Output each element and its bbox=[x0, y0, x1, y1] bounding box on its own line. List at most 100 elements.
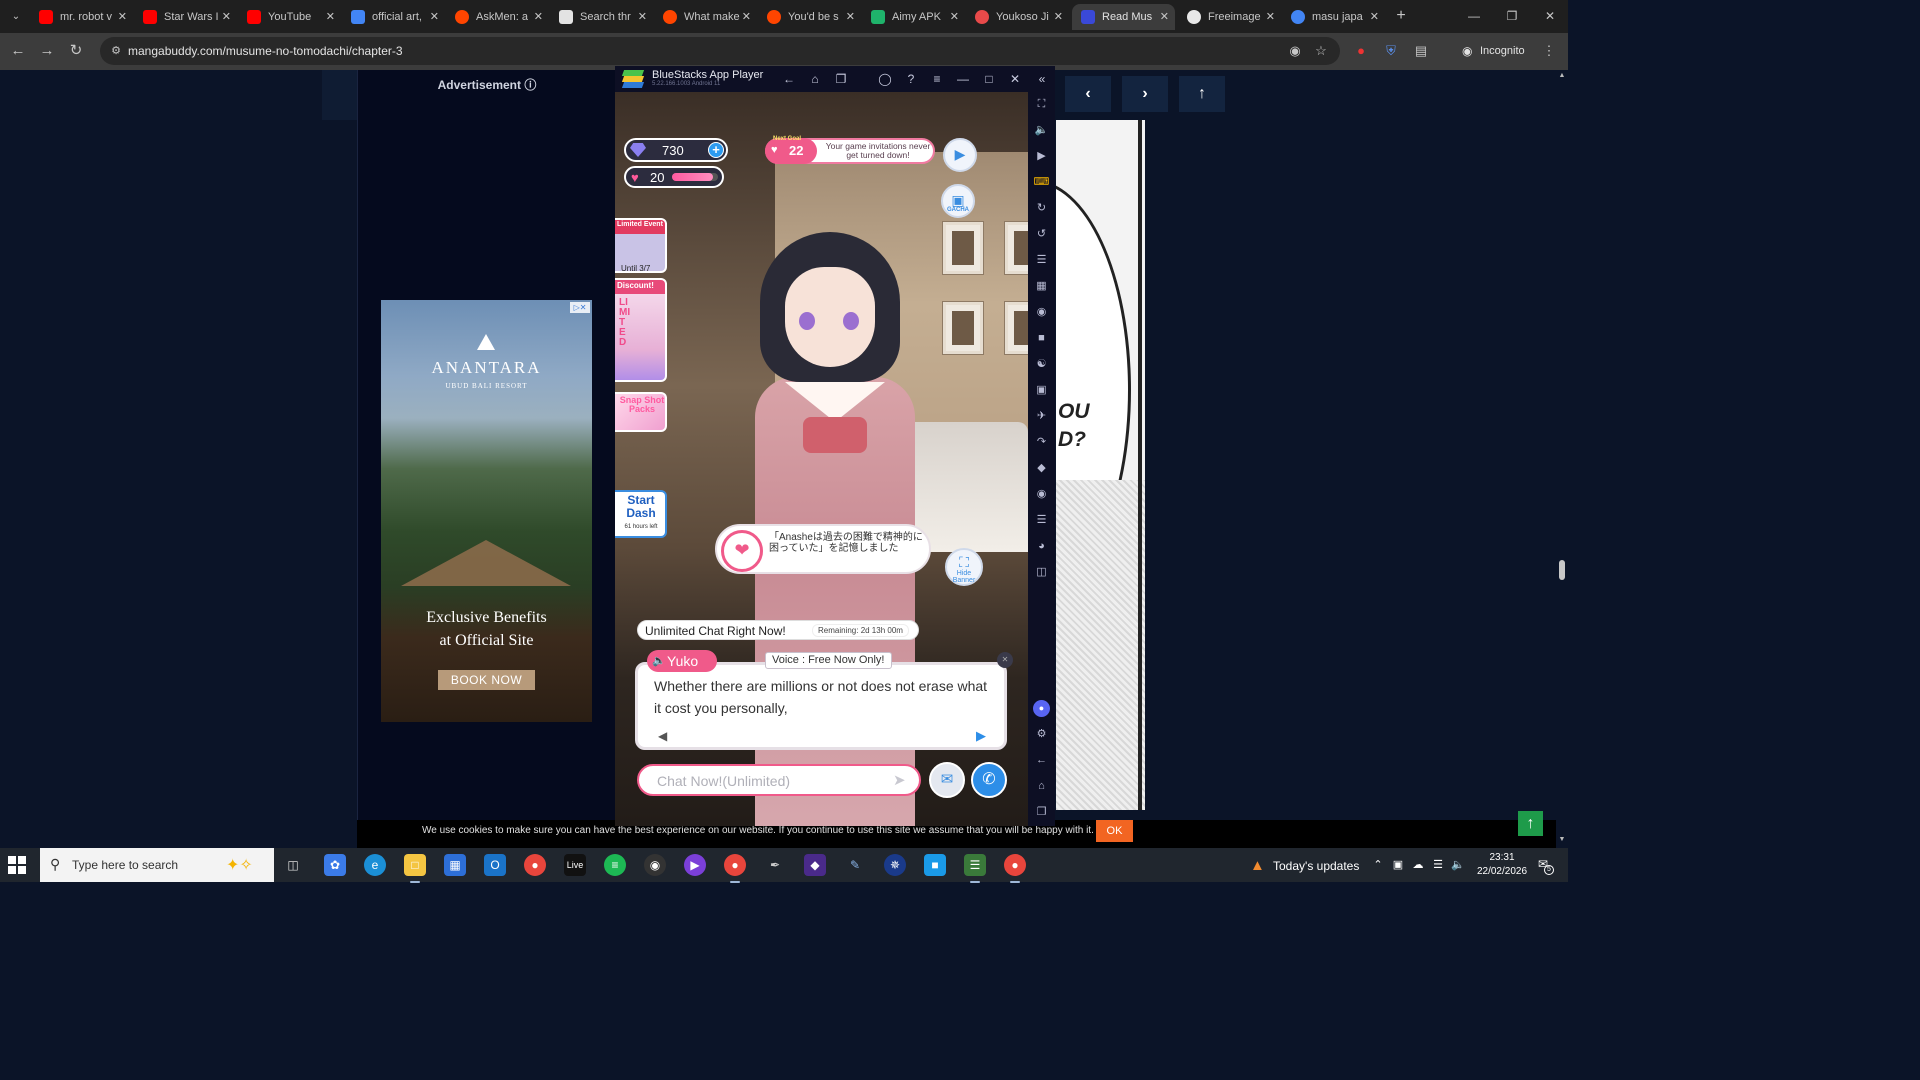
chrome-icon[interactable]: ● bbox=[524, 854, 546, 876]
close-tab-icon[interactable]: ✕ bbox=[534, 4, 543, 30]
close-tab-icon[interactable]: ✕ bbox=[1266, 4, 1275, 30]
incognito-indicator[interactable]: ◉ Incognito bbox=[1458, 40, 1533, 62]
tab-2[interactable]: Star Wars I ✕ bbox=[134, 4, 237, 30]
close-tab-icon[interactable]: ✕ bbox=[1054, 4, 1063, 30]
scroll-up-button[interactable]: ↑ bbox=[1179, 76, 1225, 112]
task-view-icon[interactable]: ◫ bbox=[282, 854, 304, 876]
news-widget[interactable]: ▲ Today's updates bbox=[1248, 856, 1368, 876]
rotate-icon[interactable]: ↷ bbox=[1033, 434, 1050, 451]
file-explorer-icon[interactable]: □ bbox=[404, 854, 426, 883]
performance-icon[interactable]: ◕ bbox=[1033, 538, 1050, 555]
record-icon[interactable]: ■ bbox=[1033, 330, 1050, 347]
tab-13[interactable]: masu japa ✕ bbox=[1282, 4, 1385, 30]
android-recents-icon[interactable]: ❐ bbox=[1033, 804, 1050, 821]
taskbar-clock[interactable]: 23:31 22/02/2026 bbox=[1474, 851, 1530, 879]
discord-icon[interactable]: ● bbox=[1033, 700, 1050, 717]
recent-apps-icon[interactable]: ❐ bbox=[832, 70, 850, 88]
collapse-sidebar-icon[interactable]: « bbox=[1033, 70, 1051, 88]
chrome-profile-icon[interactable]: ● bbox=[724, 854, 746, 883]
android-home-icon[interactable]: ⌂ bbox=[1033, 778, 1050, 795]
scroll-down-arrow-icon[interactable]: ▼ bbox=[1557, 836, 1567, 846]
volume-icon[interactable]: 🔈 bbox=[1033, 122, 1050, 139]
send-arrow-icon[interactable]: ➤ bbox=[893, 771, 906, 789]
layers-icon[interactable]: ☰ bbox=[1033, 512, 1050, 529]
scrollbar-thumb[interactable] bbox=[1559, 560, 1565, 580]
add-gems-button[interactable]: + bbox=[708, 142, 724, 158]
next-goal-banner[interactable]: Next Goal ♥ 22 Your game invitations nev… bbox=[765, 136, 935, 164]
reload-icon[interactable]: ↻ bbox=[66, 41, 86, 61]
shield-extension-icon[interactable]: ⛨ bbox=[1382, 42, 1400, 60]
app-icon[interactable]: ■ bbox=[924, 854, 946, 876]
battle-net-icon[interactable]: ✵ bbox=[884, 854, 906, 876]
tray-overflow-chevron-icon[interactable]: ⌃ bbox=[1370, 857, 1386, 873]
outlook-icon[interactable]: O bbox=[484, 854, 506, 876]
notepad-icon[interactable]: ✎ bbox=[844, 854, 866, 876]
tab-1[interactable]: mr. robot v ✕ bbox=[30, 4, 133, 30]
minimize-window-icon[interactable]: — bbox=[1456, 4, 1492, 28]
previous-line-icon[interactable]: ◀ bbox=[658, 729, 667, 743]
speaker-tag[interactable]: 🔈 Yuko bbox=[647, 650, 717, 672]
tray-app-icon[interactable]: ▣ bbox=[1390, 857, 1406, 873]
wifi-icon[interactable]: ☰ bbox=[1430, 857, 1446, 873]
tab-11-active[interactable]: Read Mus ✕ bbox=[1072, 4, 1175, 30]
media-icon[interactable]: ▶ bbox=[1033, 148, 1050, 165]
eco-mode-icon[interactable]: ☯ bbox=[1033, 356, 1050, 373]
chat-history-button[interactable]: ✉ bbox=[929, 762, 965, 798]
tab-8[interactable]: You'd be s ✕ bbox=[758, 4, 861, 30]
discount-banner[interactable]: Discount! LIMITED bbox=[615, 278, 667, 382]
close-window-icon[interactable]: ✕ bbox=[1532, 4, 1568, 28]
maximize-icon[interactable]: □ bbox=[980, 70, 998, 88]
gacha-button[interactable]: ▣ GACHA bbox=[941, 184, 975, 218]
prev-chapter-button[interactable]: ‹ bbox=[1065, 76, 1111, 112]
unlimited-chat-banner[interactable]: Unlimited Chat Right Now! Remaining: 2d … bbox=[637, 620, 919, 640]
start-dash-banner[interactable]: Start Dash 61 hours left bbox=[615, 490, 667, 538]
exit-door-button[interactable]: ▶ bbox=[943, 138, 977, 172]
back-arrow-icon[interactable]: ← bbox=[8, 41, 28, 61]
tab-10[interactable]: Youkoso Ji ✕ bbox=[966, 4, 1069, 30]
live-app-icon[interactable]: Live bbox=[564, 854, 586, 876]
pen-tool-icon[interactable]: ✒ bbox=[764, 854, 786, 876]
close-tab-icon[interactable]: ✕ bbox=[950, 4, 959, 30]
chat-input[interactable] bbox=[657, 771, 887, 791]
scroll-up-arrow-icon[interactable]: ▲ bbox=[1557, 72, 1567, 82]
close-tab-icon[interactable]: ✕ bbox=[430, 4, 439, 30]
menu-icon[interactable]: ≡ bbox=[928, 70, 946, 88]
dialog-close-icon[interactable]: ✕ bbox=[997, 652, 1013, 668]
voice-call-button[interactable]: ✆ bbox=[971, 762, 1007, 798]
extension-badge-icon[interactable]: ● bbox=[1352, 42, 1370, 60]
close-tab-icon[interactable]: ✕ bbox=[638, 4, 647, 30]
edge-icon[interactable]: e bbox=[364, 854, 386, 876]
media-player-icon[interactable]: ▶ bbox=[684, 854, 706, 876]
close-tab-icon[interactable]: ✕ bbox=[742, 4, 751, 30]
cookie-ok-button[interactable]: OK bbox=[1096, 820, 1133, 842]
android-back-icon[interactable]: ← bbox=[1033, 752, 1050, 769]
eye-slash-icon[interactable]: ◉ bbox=[1286, 42, 1304, 60]
close-tab-icon[interactable]: ✕ bbox=[846, 4, 855, 30]
account-icon[interactable]: ◯ bbox=[876, 70, 894, 88]
close-icon[interactable]: ✕ bbox=[1006, 70, 1024, 88]
help-icon[interactable]: ? bbox=[902, 70, 920, 88]
minimize-icon[interactable]: — bbox=[954, 70, 972, 88]
airplane-icon[interactable]: ✈ bbox=[1033, 408, 1050, 425]
memory-notification[interactable]: ❤ 「Anasheは過去の困難で精神的に困っていた」を記憶しました bbox=[715, 524, 931, 574]
game-screen[interactable]: 730 + ♥ 20 Next Goal ♥ 22 Your game invi… bbox=[615, 92, 1028, 826]
tab-12[interactable]: Freeimage ✕ bbox=[1178, 4, 1281, 30]
close-tab-icon[interactable]: ✕ bbox=[118, 4, 127, 30]
bluestacks-taskbar-icon[interactable]: ☰ bbox=[964, 854, 986, 883]
sidebar-toggle-icon[interactable]: ◫ bbox=[1033, 564, 1050, 581]
shake-icon[interactable]: ◆ bbox=[1033, 460, 1050, 477]
tab-9[interactable]: Aimy APK ✕ bbox=[862, 4, 965, 30]
back-icon[interactable]: ← bbox=[780, 70, 798, 88]
close-tab-icon[interactable]: ✕ bbox=[1160, 4, 1169, 30]
scroll-to-top-button[interactable]: ↑ bbox=[1518, 811, 1543, 836]
obsidian-icon[interactable]: ◆ bbox=[804, 854, 826, 876]
hide-banner-button[interactable]: ⛶ Hide Banner bbox=[945, 548, 983, 586]
copilot-icon[interactable]: ✿ bbox=[324, 854, 346, 876]
tab-6[interactable]: Search thr ✕ bbox=[550, 4, 653, 30]
notification-center-icon[interactable]: ✉ 5 bbox=[1534, 857, 1554, 875]
apk-install-icon[interactable]: ▦ bbox=[1033, 278, 1050, 295]
bookmark-star-icon[interactable]: ☆ bbox=[1312, 42, 1330, 60]
close-tab-icon[interactable]: ✕ bbox=[222, 4, 231, 30]
chat-input-box[interactable]: ➤ bbox=[637, 764, 921, 796]
close-tab-icon[interactable]: ✕ bbox=[326, 4, 335, 30]
